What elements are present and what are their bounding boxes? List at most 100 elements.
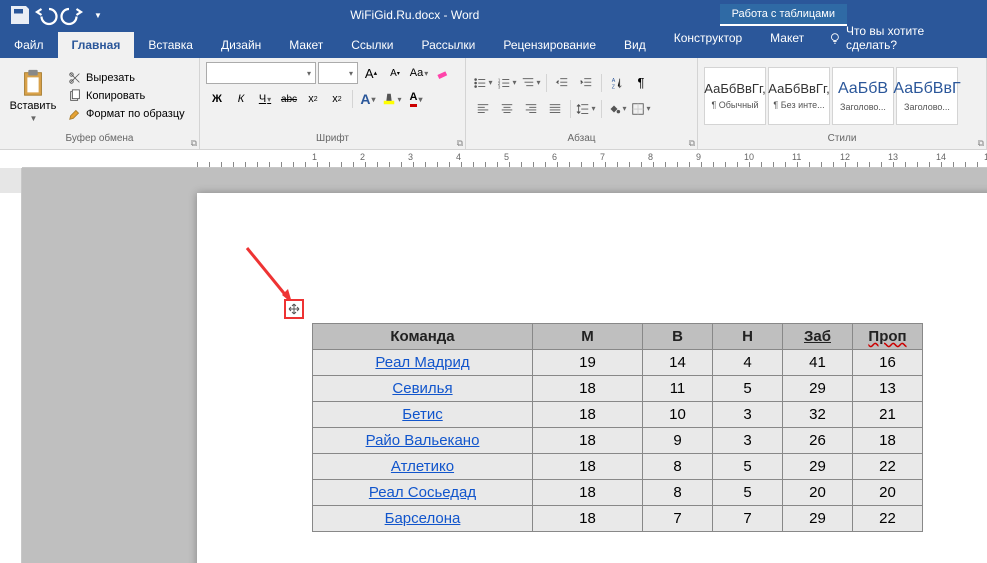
table-header[interactable]: Заб bbox=[783, 324, 853, 350]
font-color-button[interactable]: A▾ bbox=[405, 88, 427, 110]
font-size-combo[interactable]: ▾ bbox=[318, 62, 358, 84]
data-cell[interactable]: 29 bbox=[783, 376, 853, 402]
superscript-button[interactable]: x2 bbox=[326, 88, 348, 110]
data-cell[interactable]: 8 bbox=[643, 480, 713, 506]
justify-button[interactable] bbox=[544, 98, 566, 120]
team-cell[interactable]: Атлетико bbox=[313, 454, 533, 480]
data-cell[interactable]: 5 bbox=[713, 454, 783, 480]
data-cell[interactable]: 22 bbox=[853, 454, 923, 480]
align-left-button[interactable] bbox=[472, 98, 494, 120]
vertical-ruler[interactable] bbox=[0, 168, 22, 563]
save-icon[interactable] bbox=[8, 3, 32, 27]
data-cell[interactable]: 7 bbox=[643, 506, 713, 532]
data-cell[interactable]: 10 bbox=[643, 402, 713, 428]
horizontal-ruler[interactable]: 123456789101112131415 bbox=[22, 150, 987, 168]
tab-design[interactable]: Дизайн bbox=[207, 32, 275, 58]
tab-mailings[interactable]: Рассылки bbox=[408, 32, 490, 58]
tab-references[interactable]: Ссылки bbox=[337, 32, 407, 58]
data-cell[interactable]: 26 bbox=[783, 428, 853, 454]
data-cell[interactable]: 41 bbox=[783, 350, 853, 376]
qat-dropdown-icon[interactable]: ▼ bbox=[86, 3, 110, 27]
data-cell[interactable]: 14 bbox=[643, 350, 713, 376]
subscript-button[interactable]: x2 bbox=[302, 88, 324, 110]
data-cell[interactable]: 18 bbox=[533, 428, 643, 454]
team-cell[interactable]: Реал Сосьедад bbox=[313, 480, 533, 506]
font-launcher-icon[interactable]: ⧉ bbox=[457, 138, 463, 149]
pilcrow-button[interactable]: ¶ bbox=[630, 72, 652, 94]
team-cell[interactable]: Райо Вальекано bbox=[313, 428, 533, 454]
data-cell[interactable]: 11 bbox=[643, 376, 713, 402]
data-cell[interactable]: 18 bbox=[533, 454, 643, 480]
style-item-1[interactable]: АаБбВвГг,¶ Без инте... bbox=[768, 67, 830, 125]
tab-view[interactable]: Вид bbox=[610, 32, 660, 58]
data-cell[interactable]: 32 bbox=[783, 402, 853, 428]
tab-insert[interactable]: Вставка bbox=[134, 32, 207, 58]
data-cell[interactable]: 19 bbox=[533, 350, 643, 376]
data-cell[interactable]: 29 bbox=[783, 454, 853, 480]
document-page[interactable]: КомандаМВНЗабПропРеал Мадрид191444116Сев… bbox=[197, 193, 987, 563]
strike-button[interactable]: abc bbox=[278, 88, 300, 110]
italic-button[interactable]: К bbox=[230, 88, 252, 110]
data-cell[interactable]: 21 bbox=[853, 402, 923, 428]
borders-button[interactable]: ▾ bbox=[630, 98, 652, 120]
line-spacing-button[interactable]: ▾ bbox=[575, 98, 597, 120]
bold-button[interactable]: Ж bbox=[206, 88, 228, 110]
styles-launcher-icon[interactable]: ⧉ bbox=[978, 138, 984, 149]
format-painter-button[interactable]: Формат по образцу bbox=[66, 106, 187, 122]
bullets-button[interactable]: ▾ bbox=[472, 72, 494, 94]
undo-icon[interactable] bbox=[34, 3, 58, 27]
team-cell[interactable]: Бетис bbox=[313, 402, 533, 428]
multilevel-button[interactable]: ▾ bbox=[520, 72, 542, 94]
align-center-button[interactable] bbox=[496, 98, 518, 120]
redo-icon[interactable] bbox=[60, 3, 84, 27]
data-cell[interactable]: 18 bbox=[533, 402, 643, 428]
team-cell[interactable]: Барселона bbox=[313, 506, 533, 532]
table-row[interactable]: Реал Сосьедад18852020 bbox=[313, 480, 923, 506]
highlight-button[interactable]: ▾ bbox=[381, 88, 403, 110]
sort-button[interactable]: AZ bbox=[606, 72, 628, 94]
clipboard-launcher-icon[interactable]: ⧉ bbox=[191, 138, 197, 149]
tab-file[interactable]: Файл bbox=[0, 32, 58, 58]
tab-review[interactable]: Рецензирование bbox=[489, 32, 610, 58]
table-row[interactable]: Реал Мадрид191444116 bbox=[313, 350, 923, 376]
data-cell[interactable]: 13 bbox=[853, 376, 923, 402]
table-header[interactable]: Команда bbox=[313, 324, 533, 350]
data-cell[interactable]: 9 bbox=[643, 428, 713, 454]
data-cell[interactable]: 3 bbox=[713, 402, 783, 428]
data-cell[interactable]: 18 bbox=[853, 428, 923, 454]
data-cell[interactable]: 3 bbox=[713, 428, 783, 454]
style-item-2[interactable]: АаБбВЗаголово... bbox=[832, 67, 894, 125]
document-table[interactable]: КомандаМВНЗабПропРеал Мадрид191444116Сев… bbox=[312, 323, 923, 532]
table-header[interactable]: Н bbox=[713, 324, 783, 350]
data-cell[interactable]: 5 bbox=[713, 480, 783, 506]
table-header[interactable]: М bbox=[533, 324, 643, 350]
change-case-button[interactable]: Aa▾ bbox=[408, 62, 430, 84]
data-cell[interactable]: 4 bbox=[713, 350, 783, 376]
data-cell[interactable]: 20 bbox=[783, 480, 853, 506]
data-cell[interactable]: 18 bbox=[533, 506, 643, 532]
para-launcher-icon[interactable]: ⧉ bbox=[689, 138, 695, 149]
data-cell[interactable]: 18 bbox=[533, 376, 643, 402]
data-cell[interactable]: 8 bbox=[643, 454, 713, 480]
table-row[interactable]: Райо Вальекано18932618 bbox=[313, 428, 923, 454]
tab-layout[interactable]: Макет bbox=[275, 32, 337, 58]
numbering-button[interactable]: 123▾ bbox=[496, 72, 518, 94]
data-cell[interactable]: 5 bbox=[713, 376, 783, 402]
data-cell[interactable]: 7 bbox=[713, 506, 783, 532]
team-cell[interactable]: Реал Мадрид bbox=[313, 350, 533, 376]
paste-button[interactable]: Вставить ▼ bbox=[6, 68, 60, 123]
style-item-3[interactable]: АаБбВвГЗаголово... bbox=[896, 67, 958, 125]
table-select-handle[interactable] bbox=[284, 299, 304, 319]
shading-button[interactable]: ▾ bbox=[606, 98, 628, 120]
style-item-0[interactable]: АаБбВвГг,¶ Обычный bbox=[704, 67, 766, 125]
tab-home[interactable]: Главная bbox=[58, 32, 135, 58]
cut-button[interactable]: Вырезать bbox=[66, 70, 187, 86]
data-cell[interactable]: 20 bbox=[853, 480, 923, 506]
table-row[interactable]: Бетис181033221 bbox=[313, 402, 923, 428]
team-cell[interactable]: Севилья bbox=[313, 376, 533, 402]
data-cell[interactable]: 29 bbox=[783, 506, 853, 532]
table-header[interactable]: В bbox=[643, 324, 713, 350]
copy-button[interactable]: Копировать bbox=[66, 88, 187, 104]
table-row[interactable]: Барселона18772922 bbox=[313, 506, 923, 532]
tab-constructor[interactable]: Конструктор bbox=[660, 25, 756, 51]
